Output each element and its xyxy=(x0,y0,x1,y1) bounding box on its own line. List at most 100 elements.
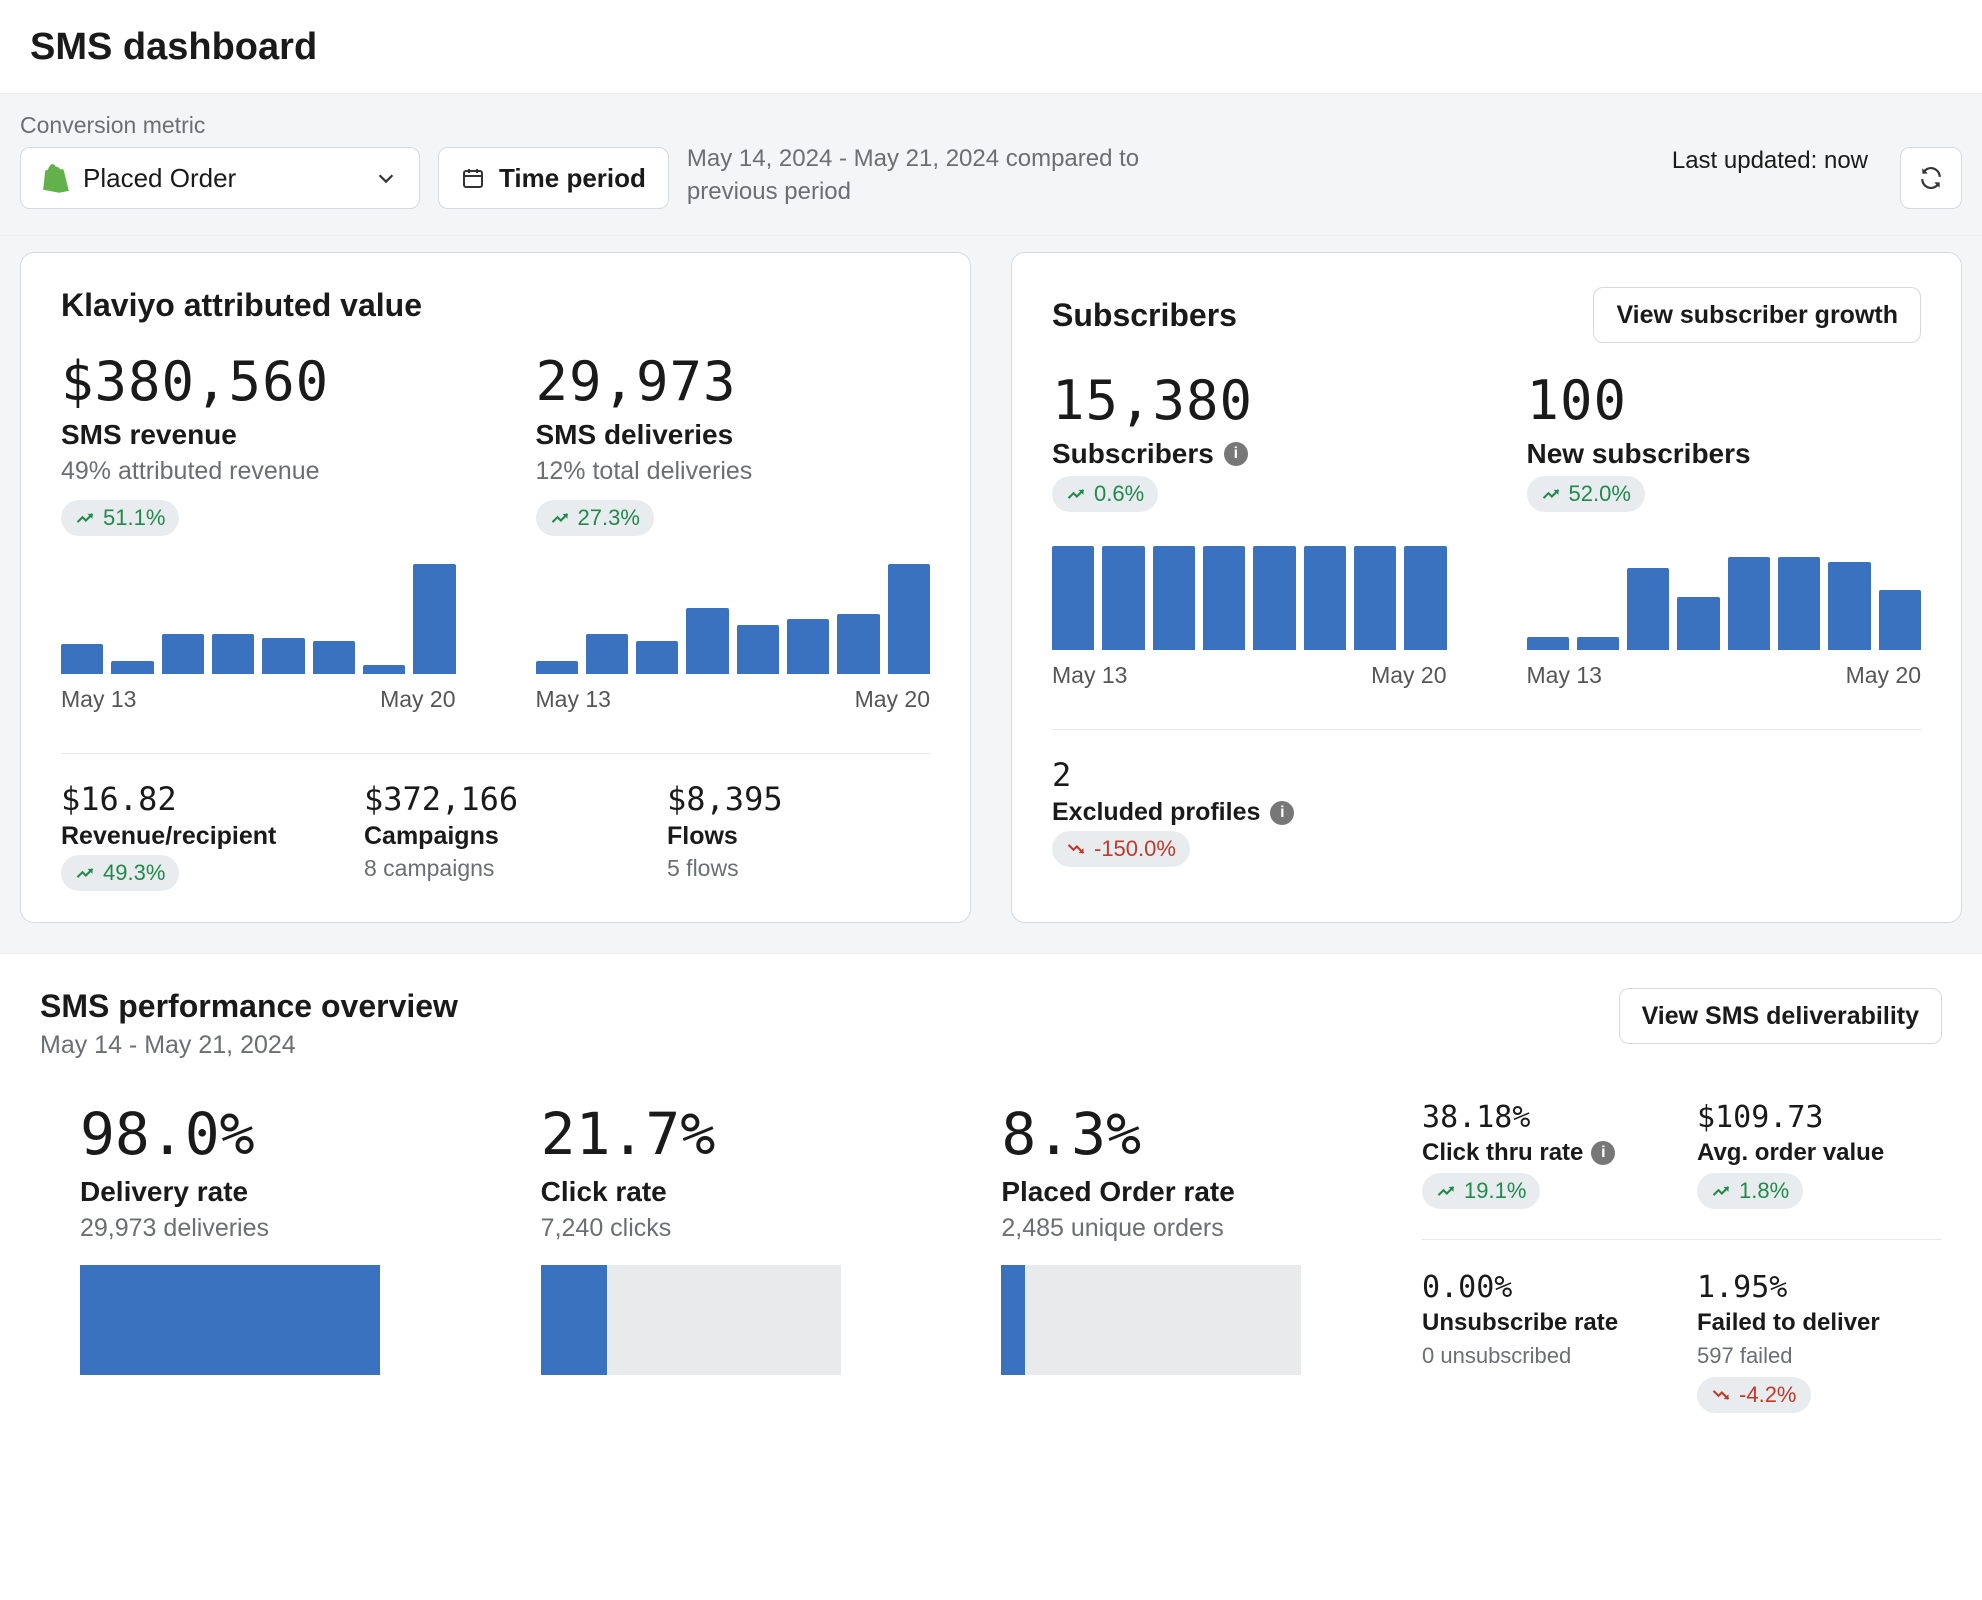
bar xyxy=(1627,568,1669,651)
perf-date-range: May 14 - May 21, 2024 xyxy=(40,1031,458,1060)
metric-sms-revenue: $380,560 SMS revenue 49% attributed reve… xyxy=(61,350,456,713)
bar xyxy=(1052,546,1094,651)
funnel-placed-order: 8.3% Placed Order rate 2,485 unique orde… xyxy=(961,1100,1382,1375)
card-subscribers-title: Subscribers xyxy=(1052,297,1237,334)
view-sms-deliverability-button[interactable]: View SMS deliverability xyxy=(1619,988,1942,1044)
funnel-bar-placed xyxy=(1001,1265,1301,1375)
subscribers-value: 15,380 xyxy=(1052,369,1447,432)
time-period-button[interactable]: Time period xyxy=(438,147,669,209)
bar xyxy=(686,608,728,674)
sm-click-thru-rate: 38.18% Click thru ratei 19.1% xyxy=(1422,1100,1667,1209)
conversion-metric-select[interactable]: Placed Order xyxy=(20,147,420,209)
page-header: SMS dashboard xyxy=(0,0,1982,94)
side-metrics: 38.18% Click thru ratei 19.1% $109.73 Av… xyxy=(1422,1100,1942,1413)
conversion-metric-value: Placed Order xyxy=(83,163,236,194)
chart-new-subscribers: May 13May 20 xyxy=(1527,540,1922,689)
sms-revenue-sub: 49% attributed revenue xyxy=(61,457,456,486)
conversion-metric-label: Conversion metric xyxy=(20,112,420,139)
trend-up-icon xyxy=(1541,484,1561,504)
trend-up-icon xyxy=(550,508,570,528)
shopify-icon xyxy=(43,163,69,193)
sm-unsubscribe-rate: 0.00% Unsubscribe rate 0 unsubscribed xyxy=(1422,1270,1667,1413)
last-updated-text: Last updated: now xyxy=(1672,147,1868,175)
perf-title: SMS performance overview xyxy=(40,988,458,1025)
card-attributed-title: Klaviyo attributed value xyxy=(61,287,422,324)
view-subscriber-growth-button[interactable]: View subscriber growth xyxy=(1593,287,1921,343)
chart-sms-revenue: May 13May 20 xyxy=(61,564,456,713)
bar xyxy=(1828,562,1870,650)
bar xyxy=(636,641,678,674)
metric-new-subscribers: 100 New subscribers 52.0% May 13May 20 xyxy=(1527,369,1922,689)
trend-down-icon xyxy=(1711,1385,1731,1405)
bar xyxy=(413,564,455,674)
bar xyxy=(837,614,879,675)
chart-subscribers: May 13May 20 xyxy=(1052,540,1447,689)
bar xyxy=(262,638,304,674)
page-title: SMS dashboard xyxy=(30,26,1952,69)
sm-failed-to-deliver: 1.95% Failed to deliver 597 failed -4.2% xyxy=(1697,1270,1942,1413)
sms-revenue-value: $380,560 xyxy=(61,350,456,413)
bar xyxy=(1153,546,1195,651)
bar xyxy=(586,634,628,674)
sms-deliveries-label: SMS deliveries xyxy=(536,419,931,451)
bar xyxy=(1577,637,1619,650)
bar xyxy=(212,634,254,674)
card-subscribers: Subscribers View subscriber growth 15,38… xyxy=(1011,252,1962,923)
info-icon[interactable]: i xyxy=(1591,1141,1615,1165)
subscribers-delta-chip: 0.6% xyxy=(1052,476,1158,512)
funnel-bar-click xyxy=(541,1265,841,1375)
submetric-revenue-per-recipient: $16.82 Revenue/recipient 49.3% xyxy=(61,780,324,892)
submetric-flows: $8,395 Flows 5 flows xyxy=(667,780,930,892)
bar xyxy=(1527,637,1569,650)
controls-bar: Conversion metric Placed Order Time peri… xyxy=(0,94,1982,236)
bar xyxy=(1102,546,1144,651)
info-icon[interactable]: i xyxy=(1224,442,1248,466)
bar xyxy=(737,625,779,675)
trend-down-icon xyxy=(1066,839,1086,859)
sms-revenue-delta-chip: 51.1% xyxy=(61,500,179,536)
submetric-campaigns: $372,166 Campaigns 8 campaigns xyxy=(364,780,627,892)
chevron-down-icon xyxy=(375,167,397,189)
bar xyxy=(1728,557,1770,651)
refresh-icon xyxy=(1918,165,1944,191)
bar xyxy=(1354,546,1396,651)
info-icon[interactable]: i xyxy=(1270,801,1294,825)
sms-deliveries-value: 29,973 xyxy=(536,350,931,413)
new-subscribers-value: 100 xyxy=(1527,369,1922,432)
bar xyxy=(1253,546,1295,651)
chart-sms-deliveries: May 13May 20 xyxy=(536,564,931,713)
trend-up-icon xyxy=(1436,1181,1456,1201)
bar xyxy=(1404,546,1446,651)
sm-avg-order-value: $109.73 Avg. order value 1.8% xyxy=(1697,1100,1942,1209)
trend-up-icon xyxy=(75,508,95,528)
bar xyxy=(111,661,153,674)
funnel-bar-delivery xyxy=(80,1265,380,1375)
time-period-label: Time period xyxy=(499,163,646,194)
date-range-note: May 14, 2024 - May 21, 2024 compared to … xyxy=(687,142,1147,209)
bar xyxy=(162,634,204,674)
calendar-icon xyxy=(461,166,485,190)
bar xyxy=(1304,546,1346,651)
metric-sms-deliveries: 29,973 SMS deliveries 12% total deliveri… xyxy=(536,350,931,713)
submetric-excluded-profiles: 2 Excluded profiles i -150.0% xyxy=(1052,756,1921,867)
cards-row: Klaviyo attributed value $380,560 SMS re… xyxy=(0,236,1982,953)
refresh-button[interactable] xyxy=(1900,147,1962,209)
trend-up-icon xyxy=(1711,1181,1731,1201)
bar xyxy=(313,641,355,674)
trend-up-icon xyxy=(75,863,95,883)
bar xyxy=(888,564,930,674)
bar xyxy=(787,619,829,674)
bar xyxy=(363,665,405,674)
sms-revenue-label: SMS revenue xyxy=(61,419,456,451)
funnel-click: 21.7% Click rate 7,240 clicks xyxy=(501,1100,922,1375)
bar xyxy=(61,644,103,674)
card-attributed-value: Klaviyo attributed value $380,560 SMS re… xyxy=(20,252,971,923)
trend-up-icon xyxy=(1066,484,1086,504)
performance-overview: SMS performance overview May 14 - May 21… xyxy=(0,953,1982,1413)
rpp-delta-chip: 49.3% xyxy=(61,855,179,891)
funnel-delivery: 98.0% Delivery rate 29,973 deliveries xyxy=(40,1100,461,1375)
bar xyxy=(1203,546,1245,651)
excluded-delta-chip: -150.0% xyxy=(1052,831,1190,867)
metric-subscribers: 15,380 Subscribers i 0.6% May 13May 20 xyxy=(1052,369,1447,689)
bar xyxy=(536,661,578,674)
